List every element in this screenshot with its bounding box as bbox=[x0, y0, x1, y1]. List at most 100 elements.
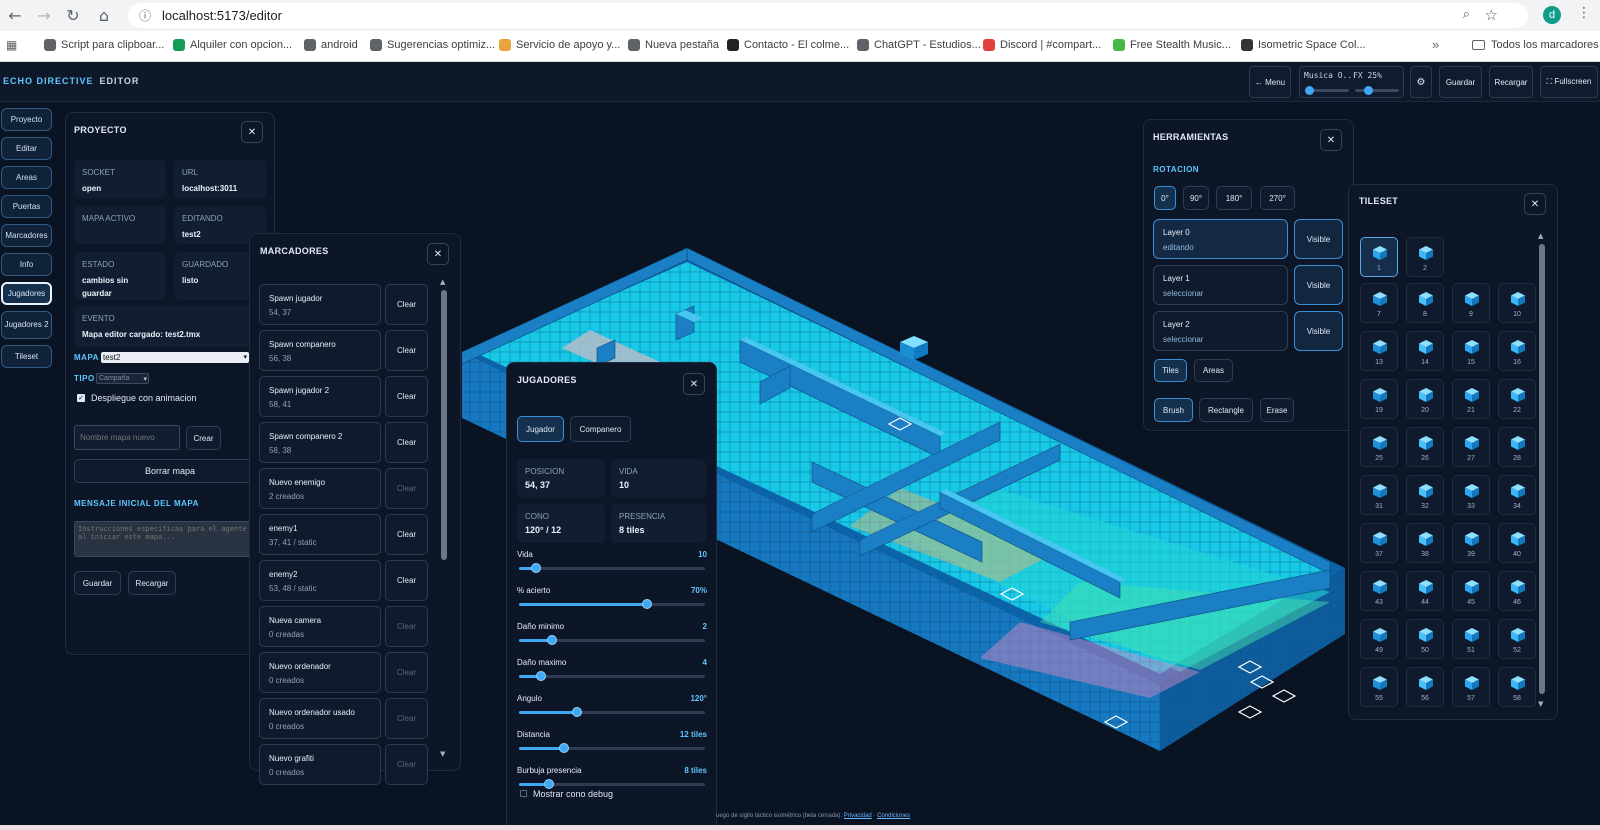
tile-swatch[interactable]: 44 bbox=[1406, 571, 1444, 611]
tile-swatch[interactable]: 8 bbox=[1406, 283, 1444, 323]
mode-tiles-button[interactable]: Tiles bbox=[1154, 359, 1187, 382]
slider-track[interactable] bbox=[519, 779, 705, 789]
initial-message-textarea[interactable] bbox=[74, 521, 270, 557]
mode-areas-button[interactable]: Areas bbox=[1194, 359, 1233, 382]
sidebar-item-proyecto[interactable]: Proyecto bbox=[1, 108, 52, 131]
tile-swatch[interactable]: 19 bbox=[1360, 379, 1398, 419]
bookmark-star-icon[interactable]: ☆ bbox=[1485, 6, 1498, 24]
tile-swatch[interactable]: 25 bbox=[1360, 427, 1398, 467]
slider-track[interactable] bbox=[519, 707, 705, 717]
tile-swatch[interactable]: 52 bbox=[1498, 619, 1536, 659]
tileset-scroll-thumb[interactable] bbox=[1539, 244, 1545, 694]
tile-swatch[interactable]: 2 bbox=[1406, 237, 1444, 277]
browser-menu-icon[interactable]: ⋮ bbox=[1577, 5, 1591, 21]
tile-swatch[interactable]: 34 bbox=[1498, 475, 1536, 515]
tile-swatch[interactable]: 38 bbox=[1406, 523, 1444, 563]
slider-thumb[interactable] bbox=[530, 563, 541, 573]
forward-icon[interactable]: → bbox=[29, 0, 59, 30]
tile-swatch[interactable]: 28 bbox=[1498, 427, 1536, 467]
sidebar-item-jugadores[interactable]: Jugadores bbox=[1, 282, 52, 305]
tile-swatch[interactable]: 37 bbox=[1360, 523, 1398, 563]
slider-track[interactable] bbox=[519, 743, 705, 753]
tile-swatch[interactable]: 21 bbox=[1452, 379, 1490, 419]
tile-swatch[interactable]: 57 bbox=[1452, 667, 1490, 707]
sidebar-item-puertas[interactable]: Puertas bbox=[1, 195, 52, 218]
erase-tool-button[interactable]: Erase bbox=[1260, 398, 1294, 422]
tile-swatch[interactable]: 55 bbox=[1360, 667, 1398, 707]
tile-swatch[interactable]: 7 bbox=[1360, 283, 1398, 323]
type-select[interactable]: Campaña ▾ bbox=[96, 373, 149, 384]
marker-item[interactable]: Nuevo enemigo 2 creados bbox=[259, 468, 381, 509]
tile-swatch[interactable]: 49 bbox=[1360, 619, 1398, 659]
tile-swatch[interactable]: 56 bbox=[1406, 667, 1444, 707]
sidebar-item-marcadores[interactable]: Marcadores bbox=[1, 224, 52, 247]
rectangle-tool-button[interactable]: Rectangle bbox=[1199, 398, 1253, 422]
privacy-link[interactable]: Privacidad bbox=[844, 813, 872, 819]
more-bookmarks-icon[interactable]: » bbox=[1432, 37, 1439, 52]
layer-item[interactable]: Layer 2 seleccionar bbox=[1153, 311, 1288, 351]
tile-swatch[interactable]: 58 bbox=[1498, 667, 1536, 707]
bookmark-item[interactable]: Contacto - El colme... bbox=[727, 39, 849, 51]
tile-swatch[interactable]: 51 bbox=[1452, 619, 1490, 659]
address-bar[interactable]: ⓘ localhost:5173/editor ⌕ ☆ bbox=[128, 3, 1528, 28]
sidebar-item-areas[interactable]: Areas bbox=[1, 166, 52, 189]
tileset-close-button[interactable]: ✕ bbox=[1524, 193, 1546, 215]
tile-swatch[interactable]: 40 bbox=[1498, 523, 1536, 563]
layer-visible-toggle[interactable]: Visible bbox=[1294, 265, 1343, 305]
marker-item[interactable]: enemy2 53, 48 / static bbox=[259, 560, 381, 601]
scroll-up-icon[interactable]: ▲ bbox=[1538, 232, 1543, 240]
layer-item[interactable]: Layer 1 seleccionar bbox=[1153, 265, 1288, 305]
marker-clear-button[interactable]: Clear bbox=[385, 376, 428, 417]
marker-clear-button[interactable]: Clear bbox=[385, 652, 428, 693]
tile-swatch[interactable]: 14 bbox=[1406, 331, 1444, 371]
tile-swatch[interactable]: 32 bbox=[1406, 475, 1444, 515]
markers-close-button[interactable]: ✕ bbox=[427, 243, 449, 265]
sidebar-item-jugadores-2[interactable]: Jugadores 2 bbox=[1, 311, 52, 339]
profile-avatar[interactable]: d bbox=[1543, 6, 1561, 24]
tile-swatch[interactable]: 43 bbox=[1360, 571, 1398, 611]
bookmark-item[interactable]: Discord | #compart... bbox=[983, 39, 1101, 51]
apps-grid-icon[interactable]: ▦ bbox=[6, 38, 17, 52]
marker-item[interactable]: Nuevo ordenador 0 creados bbox=[259, 652, 381, 693]
marker-clear-button[interactable]: Clear bbox=[385, 422, 428, 463]
marker-item[interactable]: Nueva camera 0 creadas bbox=[259, 606, 381, 647]
marker-item[interactable]: Spawn jugador 54, 37 bbox=[259, 284, 381, 325]
scroll-down-icon[interactable]: ▼ bbox=[440, 750, 445, 758]
rotation-button[interactable]: 270° bbox=[1260, 186, 1295, 210]
tile-swatch[interactable]: 46 bbox=[1498, 571, 1536, 611]
tile-swatch[interactable]: 1 bbox=[1360, 237, 1398, 277]
project-save-button[interactable]: Guardar bbox=[74, 571, 121, 595]
bookmark-item[interactable]: Nueva pestaña bbox=[628, 39, 719, 51]
zoom-icon[interactable]: ⌕ bbox=[1463, 7, 1470, 22]
tile-swatch[interactable]: 9 bbox=[1452, 283, 1490, 323]
tile-swatch[interactable]: 15 bbox=[1452, 331, 1490, 371]
tileset-scrollbar[interactable]: ▲ ▼ bbox=[1538, 232, 1546, 710]
debug-cone-checkbox[interactable] bbox=[520, 790, 527, 797]
deploy-checkbox[interactable]: ✓ bbox=[77, 394, 85, 402]
tile-swatch[interactable]: 16 bbox=[1498, 331, 1536, 371]
marker-clear-button[interactable]: Clear bbox=[385, 468, 428, 509]
layer-visible-toggle[interactable]: Visible bbox=[1294, 311, 1343, 351]
marker-item[interactable]: enemy1 37, 41 / static bbox=[259, 514, 381, 555]
tile-swatch[interactable]: 20 bbox=[1406, 379, 1444, 419]
tools-close-button[interactable]: ✕ bbox=[1320, 129, 1342, 151]
markers-scrollbar[interactable]: ▲ ▼ bbox=[440, 278, 448, 760]
markers-scroll-thumb[interactable] bbox=[441, 290, 447, 560]
map-select[interactable]: test2 ▾ bbox=[101, 352, 249, 363]
bookmark-item[interactable]: android bbox=[304, 39, 358, 51]
home-icon[interactable]: ⌂ bbox=[89, 0, 119, 30]
marker-clear-button[interactable]: Clear bbox=[385, 560, 428, 601]
marker-clear-button[interactable]: Clear bbox=[385, 744, 428, 785]
tile-swatch[interactable]: 31 bbox=[1360, 475, 1398, 515]
scroll-up-icon[interactable]: ▲ bbox=[440, 278, 445, 286]
tile-swatch[interactable]: 39 bbox=[1452, 523, 1490, 563]
back-icon[interactable]: ← bbox=[0, 0, 30, 30]
tile-swatch[interactable]: 10 bbox=[1498, 283, 1536, 323]
tile-swatch[interactable]: 45 bbox=[1452, 571, 1490, 611]
tab-jugador[interactable]: Jugador bbox=[517, 416, 564, 442]
bookmark-item[interactable]: Alquiler con opcion... bbox=[173, 39, 292, 51]
tile-swatch[interactable]: 22 bbox=[1498, 379, 1536, 419]
tab-companero[interactable]: Companero bbox=[570, 416, 631, 442]
all-bookmarks-folder[interactable]: Todos los marcadores bbox=[1472, 39, 1599, 51]
slider-thumb[interactable] bbox=[558, 743, 569, 753]
